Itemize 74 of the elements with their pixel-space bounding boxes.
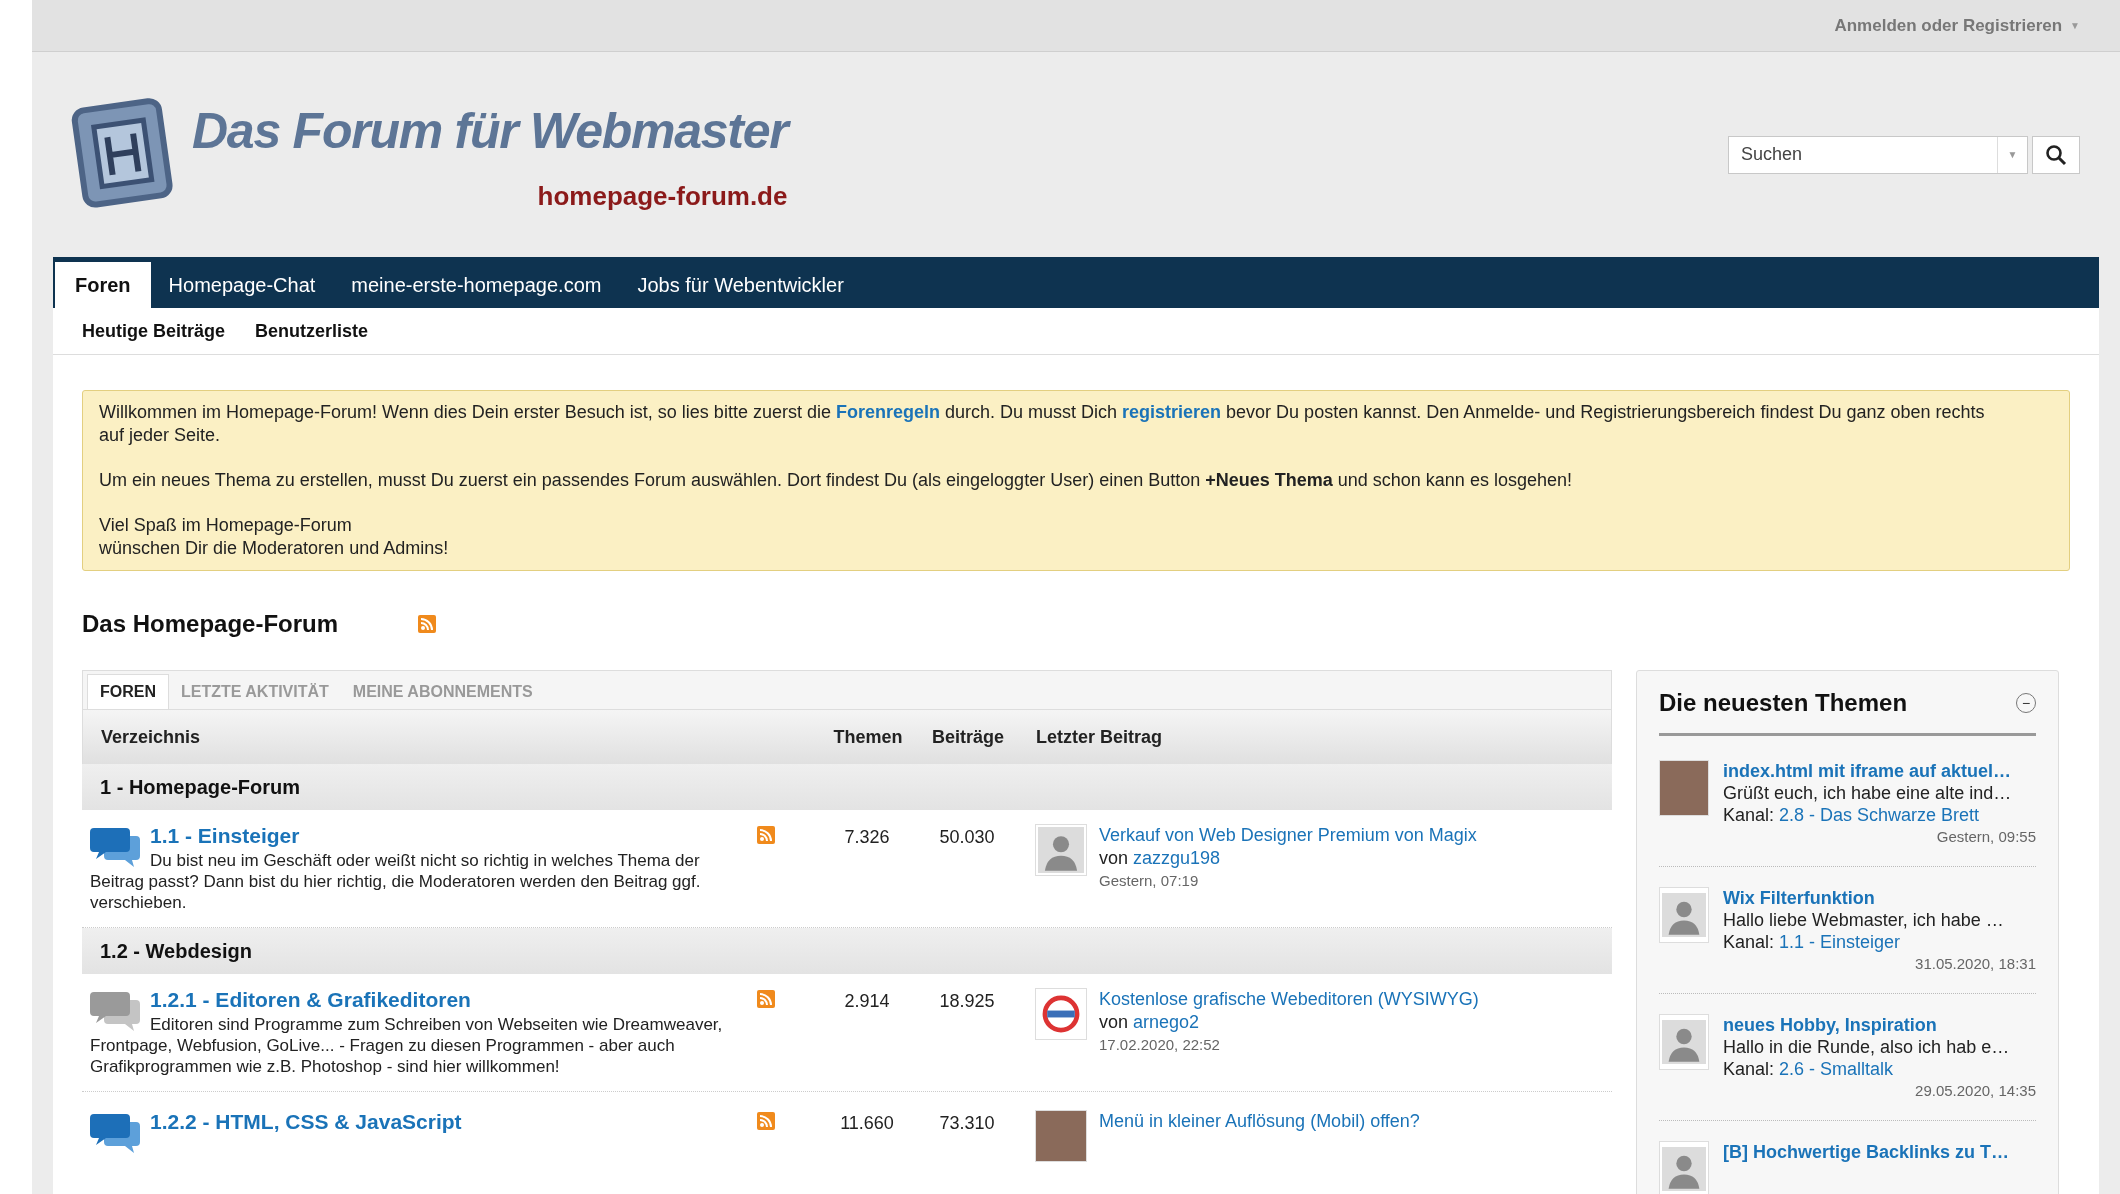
channel-link[interactable]: 1.1 - Einsteiger [1779,931,1901,953]
column-header: Letzter Beitrag [1035,725,1164,749]
topics-count: 2.914 [843,990,891,1013]
forum-title-link[interactable]: 1.1 - Einsteiger [150,824,300,848]
topic-time: 29.05.2020, 14:35 [1914,1081,2036,1101]
dropdown-caret[interactable]: ▼ [1997,136,2027,173]
user-avatar-icon [1035,824,1087,876]
topics-count: 11.660 [839,1112,895,1135]
sidebar-title: Die neuesten Themen [1659,688,1908,718]
by-label: von [1099,847,1129,870]
logo-avatar-icon [1035,988,1087,1040]
nav-tab[interactable]: Jobs für Webentwickler [619,262,862,308]
topic-link[interactable]: [B] Hochwertige Backlinks zu T… [1723,1141,2036,1163]
rss-icon[interactable] [757,990,775,1008]
search-button[interactable] [2032,135,2080,174]
notice-text: Viel Spaß im Homepage-Forum wünschen Dir die Moderatoren und Admins! [99,514,450,560]
topic-link[interactable]: Wix Filterfunktion [1723,887,2036,909]
topic-time: 31.05.2020, 18:31 [1914,954,2036,974]
category-header: 1 - Homepage-Forum [82,764,1612,810]
posts-count: 18.925 [938,990,996,1013]
section-title: Das Homepage-Forum [82,609,339,639]
user-link[interactable]: zazzgu198 [1133,846,1221,870]
user-avatar-icon [1659,887,1709,943]
channel-link[interactable]: 2.8 - Das Schwarze Brett [1779,804,1980,826]
search-icon [2045,143,2067,166]
channel-label: Kanal: [1723,931,1775,953]
topic-link[interactable]: neues Hobby, Inspiration [1723,1014,2036,1036]
forum-tab[interactable]: MEINE ABONNEMENTS [340,674,545,709]
topic-excerpt: Hallo liebe Webmaster, ich habe … [1723,909,2005,931]
rss-icon[interactable] [418,615,437,633]
rss-icon[interactable] [757,1112,775,1130]
forum-tab[interactable]: LETZTE AKTIVITÄT [169,674,341,709]
last-post-link[interactable]: Kostenlose grafische Webeditoren (WYSIWYG) [1099,988,1479,1010]
forum-tab[interactable]: FOREN [87,674,169,709]
text-link[interactable]: Forenregeln [835,402,940,422]
topics-count: 7.326 [843,826,891,849]
sub-nav-link[interactable]: Heutige Beiträge [82,317,226,345]
photo-placeholder [1659,760,1709,816]
topic-excerpt: Grüßt euch, ich habe eine alte ind… [1723,782,2013,804]
rss-icon[interactable] [757,826,775,844]
notice-text: Um ein neues Thema zu erstellen, musst Du zuerst ein passendes Forum auswählen. Dort findest Du (als eingeloggter User) einen Button +Neues Thema und schon kann es losgehen! [99,469,1573,492]
nav-tab[interactable]: Homepage-Chat [150,262,334,308]
forum-title-link[interactable]: 1.2.1 - Editoren & Grafikeditoren [150,988,471,1012]
post-time: 17.02.2020, 22:52 [1099,1035,1221,1055]
topic-time: Gestern, 09:55 [1935,827,2036,847]
post-time: Gestern, 07:19 [1099,871,1200,891]
channel-link[interactable]: 2.6 - Smalltalk [1779,1058,1894,1080]
forum-title-link[interactable]: 1.2.2 - HTML, CSS & JavaScript [150,1110,462,1134]
channel-label: Kanal: [1723,1058,1775,1080]
category-header: 1.2 - Webdesign [82,928,1612,974]
last-post-link[interactable]: Verkauf von Web Designer Premium von Magix [1099,824,1477,846]
posts-count: 73.310 [938,1112,996,1135]
by-label: von [1099,1011,1129,1034]
user-link[interactable]: arnego2 [1133,1010,1200,1034]
notice-text: Willkommen im Homepage-Forum! Wenn dies Dein erster Besuch ist, so lies bitte zuerst die Forenregeln durch. Du musst Dich registrieren bevor Du posten kannst. Den Anmelde- und Registrierungsbereich findest Du ganz oben rechts auf jeder Seite. [99,401,1986,447]
topic-excerpt: Hallo in die Runde, also ich hab e… [1723,1036,2011,1058]
nav-tab[interactable]: meine-erste-homepage.com [333,262,620,308]
channel-label: Kanal: [1723,804,1775,826]
login-link[interactable]: Anmelden oder Registrieren [1834,12,2063,39]
column-header: Themen [832,725,904,749]
column-header: Beiträge [931,725,1005,749]
nav-tab[interactable]: Foren [55,262,151,308]
column-header: Verzeichnis [100,725,202,749]
sub-nav-link[interactable]: Benutzerliste [255,317,369,345]
last-post-link[interactable]: Menü in kleiner Auflösung (Mobil) offen? [1099,1110,1420,1132]
posts-count: 50.030 [938,826,996,849]
forum-description: Du bist neu im Geschäft oder weißt nicht so richtig in welches Thema der Beitrag passt? Dann bist du hier richtig, die Moderatoren werden den Beitrag ggf. verschieben. [90,850,702,913]
text-link[interactable]: registrieren [1122,402,1222,422]
topic-link[interactable]: index.html mit iframe auf aktuel… [1723,760,2036,782]
search-field[interactable]: Suchen ▼ [1728,135,2028,174]
photo-placeholder [1035,1110,1087,1162]
forum-description: Editoren sind Programme zum Schreiben von Webseiten wie Dreamweaver, Frontpage, Webfusion, GoLive... - Fragen zu diesen Programmen - aber auch Grafikprogrammen wie z.B. Photoshop - sind hier willkommen! [90,1014,724,1077]
logo-domain: homepage-forum.de [537,179,788,213]
user-avatar-icon [1659,1014,1709,1070]
